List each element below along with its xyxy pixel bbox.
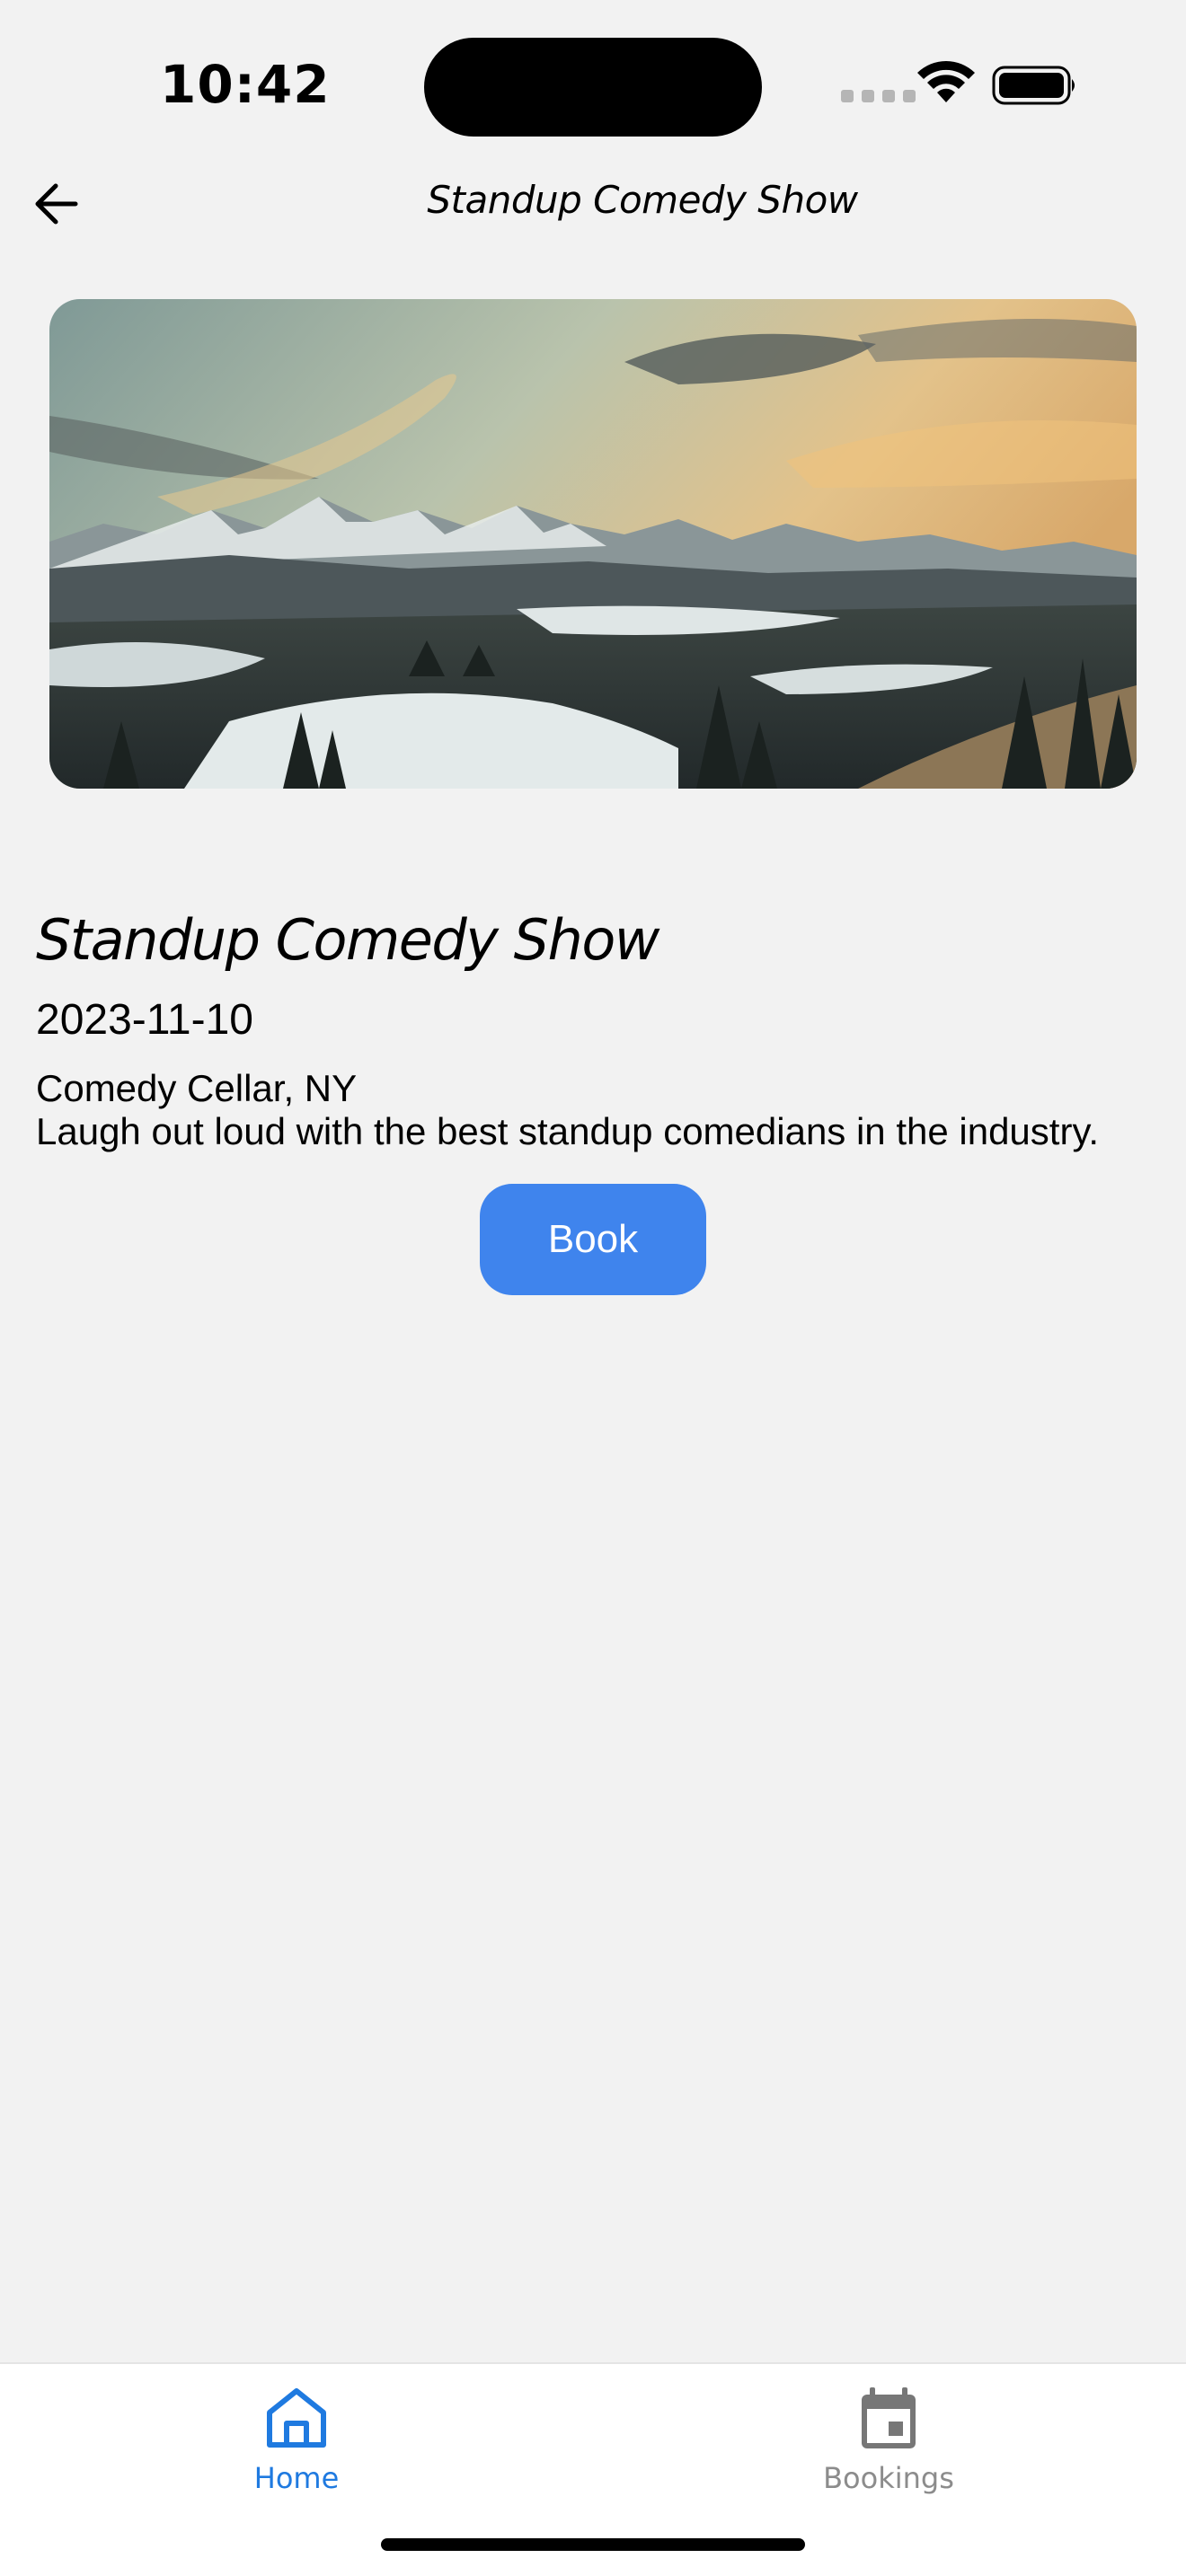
tab-home[interactable]: Home: [162, 2364, 431, 2526]
book-button[interactable]: Book: [480, 1184, 706, 1295]
event-image: [49, 299, 1137, 789]
signal-icon: [841, 90, 916, 102]
nav-bar: Standup Comedy Show: [0, 171, 1186, 278]
dynamic-island: [424, 38, 762, 137]
status-bar: 10:42: [0, 0, 1186, 171]
tab-home-label: Home: [253, 2461, 340, 2495]
event-date: 2023-11-10: [36, 996, 253, 1044]
tab-bookings-label: Bookings: [823, 2461, 954, 2495]
nav-title: Standup Comedy Show: [427, 178, 858, 222]
wifi-icon: [917, 61, 975, 102]
home-indicator: [381, 2538, 805, 2551]
status-time: 10:42: [160, 54, 331, 115]
home-icon: [267, 2388, 326, 2448]
event-title: Standup Comedy Show: [36, 907, 659, 973]
event-venue: Comedy Cellar, NY: [36, 1067, 358, 1109]
calendar-icon: [862, 2387, 916, 2448]
tab-bookings[interactable]: Bookings: [754, 2364, 1023, 2526]
event-description: Laugh out loud with the best standup com…: [36, 1110, 1099, 1152]
battery-icon: [992, 66, 1075, 105]
